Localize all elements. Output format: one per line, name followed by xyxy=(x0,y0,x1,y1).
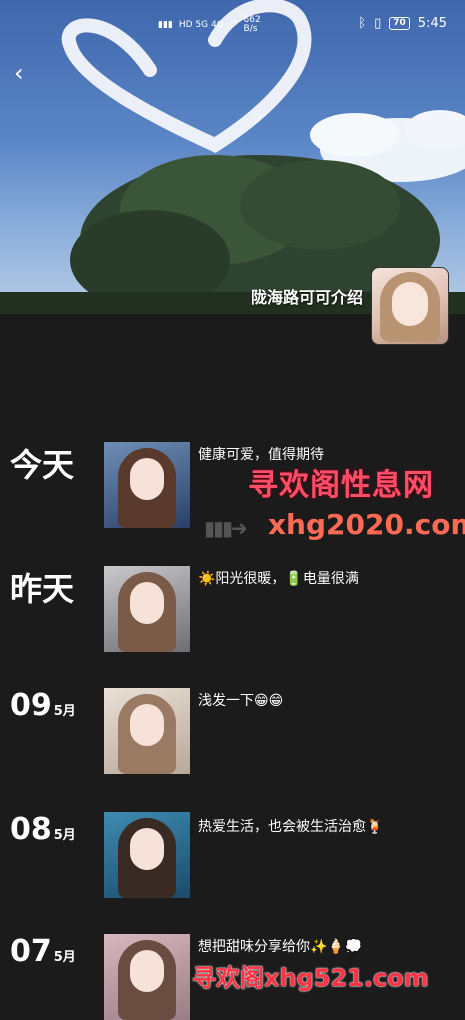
post-date: 07 5月 xyxy=(10,934,76,969)
post-day: 07 xyxy=(10,934,52,969)
signal-icon: ▮▮▮ xyxy=(158,20,173,30)
vibrate-icon: ▯ xyxy=(374,16,382,31)
watermark-title: 寻欢阁性息网 xyxy=(248,468,434,503)
avatar[interactable] xyxy=(371,267,449,345)
post-date: 09 5月 xyxy=(10,688,76,723)
post-caption: 热爱生活，也会被生活治愈🍹 xyxy=(198,819,384,835)
post-month: 5月 xyxy=(53,950,76,965)
network-indicators: ▮▮▮ HD 5G 4G ◠ 662 B/s xyxy=(158,16,261,34)
post-month: 5月 xyxy=(53,828,76,843)
post-thumbnail[interactable] xyxy=(104,442,190,528)
status-right: ᛒ ▯ 70 5:45 xyxy=(358,16,447,31)
back-arrow-icon[interactable]: ‹ xyxy=(14,60,34,86)
watermark-arrow-icon: ▮▮▮➜ xyxy=(204,516,248,540)
post-caption: 想把甜味分享给你✨🍦💭 xyxy=(198,939,363,955)
post-thumbnail[interactable] xyxy=(104,688,190,774)
watermark-url: xhg2020.com xyxy=(268,508,465,541)
post-month: 5月 xyxy=(53,704,76,719)
net-unit: B/s xyxy=(243,24,258,34)
clock: 5:45 xyxy=(417,16,447,31)
profile-username: 陇海路可可介绍 xyxy=(250,288,363,307)
post-thumbnail[interactable] xyxy=(104,812,190,898)
signal-label: HD 5G 4G xyxy=(178,20,224,30)
post-date: 今天 xyxy=(10,446,75,484)
post-day: 09 xyxy=(10,688,52,723)
post-date: 08 5月 xyxy=(10,812,76,847)
wifi-icon: ◠ xyxy=(229,20,238,30)
post-caption: ☀️阳光很暖，🔋电量很满 xyxy=(198,571,359,587)
status-bar: ▮▮▮ HD 5G 4G ◠ 662 B/s ᛒ ▯ 70 5:45 xyxy=(0,14,465,38)
post-thumbnail[interactable] xyxy=(104,566,190,652)
watermark-bottom: 寻欢阁xhg521.com xyxy=(192,964,429,992)
post-date: 昨天 xyxy=(10,570,75,608)
post-day: 08 xyxy=(10,812,52,847)
battery-icon: 70 xyxy=(389,17,410,30)
post-caption: 浅发一下😁😁 xyxy=(198,693,284,709)
bluetooth-icon: ᛒ xyxy=(358,16,367,31)
post-thumbnail[interactable] xyxy=(104,934,190,1020)
